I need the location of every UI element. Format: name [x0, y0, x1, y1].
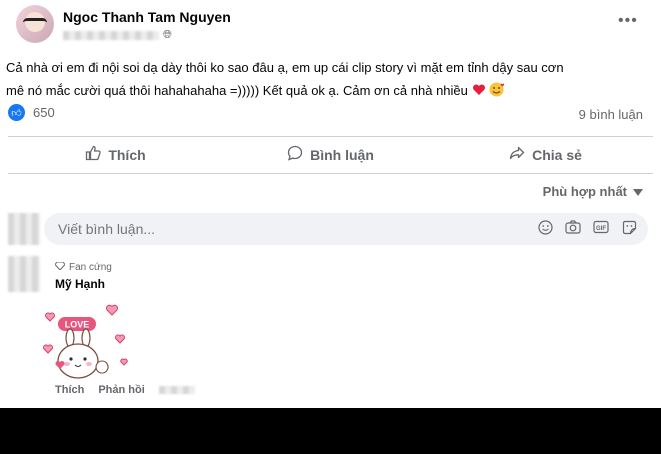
facebook-post: Ngoc Thanh Tam Nguyen 🌐︎ ••• Cả nhà ơi e… [0, 0, 661, 408]
current-user-avatar [8, 213, 40, 245]
heart-emoji-icon [472, 83, 490, 98]
thumbs-up-icon [85, 145, 102, 165]
comment-bubble-icon [287, 145, 303, 165]
comment-sort-dropdown[interactable]: Phù hợp nhất [543, 184, 643, 199]
sort-label: Phù hợp nhất [542, 184, 627, 199]
post-text-line-2-content: mê nó mắc cười quá thôi hahahahaha =))))… [6, 83, 468, 98]
smiling-hearts-emoji-icon [489, 82, 505, 98]
sticker-text: LOVE [65, 320, 90, 330]
action-bar: Thích Bình luận Chia sẻ [8, 138, 653, 172]
svg-text:GIF: GIF [596, 226, 606, 232]
like-reaction-icon: 👍︎ [8, 104, 25, 121]
reaction-count: 650 [33, 105, 55, 120]
blurred-timestamp [63, 30, 159, 40]
divider [8, 173, 653, 174]
post-text-line-1: Cả nhà ơi em đi nội soi dạ dày thôi ko s… [6, 60, 564, 75]
blurred-comment-time [158, 386, 195, 394]
share-button[interactable]: Chia sẻ [438, 138, 653, 172]
badge-label: Fan cứng [69, 262, 112, 273]
love-bunny-sticker: LOVE [40, 303, 132, 385]
composer-icons: GIF [536, 220, 638, 238]
sticker-icon[interactable] [620, 220, 638, 238]
gif-icon[interactable]: GIF [592, 220, 610, 238]
avatar-glasses [23, 18, 47, 27]
like-label: Thích [108, 147, 146, 163]
more-options-icon[interactable]: ••• [618, 12, 638, 30]
comment-actions: Thích Phản hồi [55, 384, 195, 396]
comment-composer: GIF [44, 213, 648, 245]
reaction-summary[interactable]: 👍︎ 650 [8, 104, 55, 121]
black-bar [0, 408, 661, 454]
like-button[interactable]: Thích [8, 138, 223, 172]
comment-reply-link[interactable]: Phản hồi [98, 384, 144, 396]
post-meta: 🌐︎ [63, 29, 173, 41]
comment-button[interactable]: Bình luận [223, 138, 438, 172]
comments-count[interactable]: 9 bình luận [579, 107, 643, 122]
commenter-name[interactable]: Mỹ Hạnh [55, 277, 105, 291]
commenter-avatar[interactable] [8, 256, 40, 292]
divider [8, 136, 653, 137]
post-text: Cả nhà ơi em đi nội soi dạ dày thôi ko s… [6, 56, 656, 102]
top-fan-badge: Fan cứng [54, 261, 112, 273]
globe-icon[interactable]: 🌐︎ [163, 29, 172, 42]
post-text-line-2: mê nó mắc cười quá thôi hahahahaha =))))… [6, 79, 656, 102]
share-arrow-icon [509, 145, 525, 165]
comment-input[interactable] [56, 220, 500, 238]
caret-down-icon [633, 184, 643, 199]
diamond-icon [54, 261, 66, 273]
camera-icon[interactable] [564, 220, 582, 238]
author-avatar[interactable] [16, 5, 54, 43]
emoji-icon[interactable] [536, 220, 554, 238]
comment-label: Bình luận [310, 147, 374, 163]
comment-like-link[interactable]: Thích [55, 384, 84, 396]
share-label: Chia sẻ [532, 147, 582, 163]
author-name[interactable]: Ngoc Thanh Tam Nguyen [63, 9, 231, 25]
